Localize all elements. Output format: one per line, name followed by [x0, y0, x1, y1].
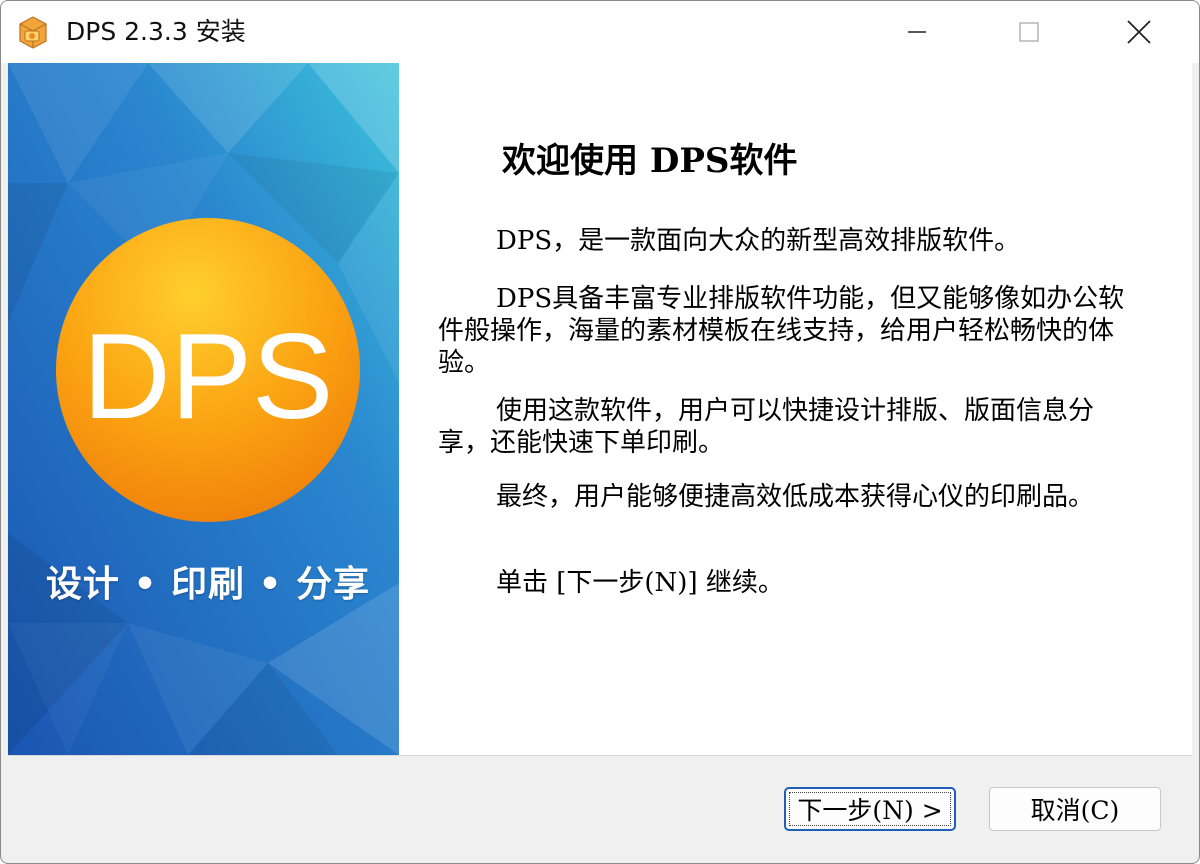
- title-bar: DPS 2.3.3 安装: [1, 1, 1199, 63]
- features-paragraph: DPS具备丰富专业排版软件功能，但又能够像如办公软件般操作，海量的素材模板在线支…: [438, 284, 1125, 378]
- usage-paragraph: 使用这款软件，用户可以快捷设计排版、版面信息分享，还能快速下单印刷。: [438, 396, 1095, 458]
- maximize-icon: [1019, 22, 1039, 42]
- result-paragraph: 最终，用户能够便捷高效低成本获得心仪的印刷品。: [496, 482, 1095, 512]
- minimize-button[interactable]: [877, 1, 957, 63]
- intro-paragraph: DPS，是一款面向大众的新型高效排版软件。: [496, 226, 1021, 256]
- banner-slogan: 设计 • 印刷 • 分享: [45, 564, 371, 605]
- next-button[interactable]: 下一步(N) >: [784, 787, 956, 831]
- app-box-icon: [16, 14, 50, 50]
- close-icon: [1127, 20, 1151, 44]
- installer-window: DPS 2.3.3 安装 DPS 设计 • 印刷 • 分享 欢迎使用 DPS软件…: [0, 0, 1200, 864]
- minimize-icon: [908, 31, 926, 33]
- brand-banner: DPS 设计 • 印刷 • 分享: [8, 63, 399, 755]
- banner-background: DPS: [8, 63, 399, 755]
- wizard-content: DPS 设计 • 印刷 • 分享 欢迎使用 DPS软件 DPS，是一款面向大众的…: [8, 63, 1192, 755]
- footer-divider: [8, 755, 1192, 756]
- continue-hint: 单击 [下一步(N)] 继续。: [496, 568, 784, 598]
- logo-text: DPS: [83, 308, 334, 444]
- window-title: DPS 2.3.3 安装: [66, 17, 246, 46]
- close-button[interactable]: [1099, 1, 1179, 63]
- cancel-button[interactable]: 取消(C): [989, 787, 1161, 831]
- maximize-button[interactable]: [989, 1, 1069, 63]
- page-title: 欢迎使用 DPS软件: [502, 141, 798, 181]
